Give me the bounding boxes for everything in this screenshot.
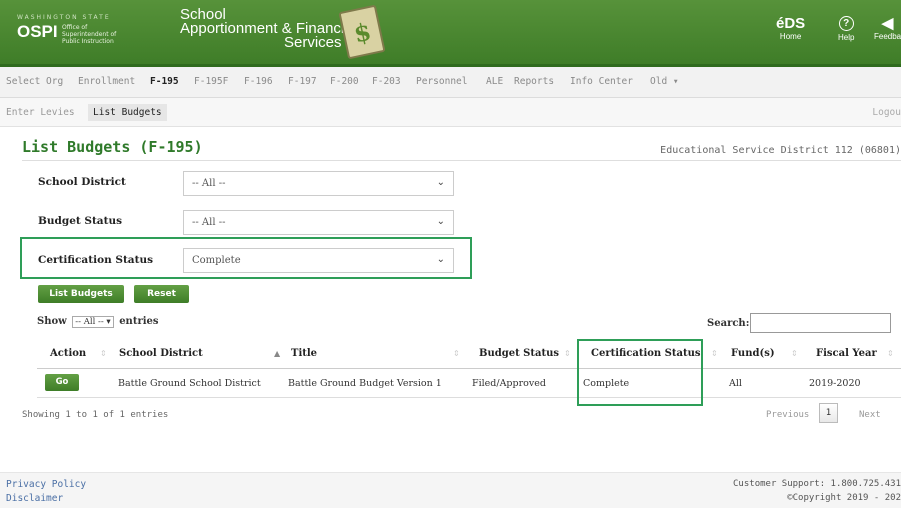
budget-status-select[interactable]: -- All -- ⌄ [183, 210, 454, 235]
app-title: School Apportionment & Financial Service… [180, 7, 356, 51]
tab-old-menu[interactable]: Old ▾ [650, 76, 679, 87]
school-district-select[interactable]: -- All -- ⌄ [183, 171, 454, 196]
privacy-policy-link[interactable]: Privacy Policy [6, 479, 86, 490]
tab-select-org[interactable]: Select Org [6, 76, 63, 87]
home-label: Home [779, 32, 802, 41]
sub-nav: Enter Levies List Budgets Logou [0, 98, 901, 127]
go-button[interactable]: Go [45, 374, 79, 391]
cell-fiscal-year: 2019-2020 [809, 378, 861, 389]
page-footer: Privacy Policy Disclaimer Customer Suppo… [0, 472, 901, 508]
budget-status-value: -- All -- [192, 217, 226, 228]
sort-asc-icon: ▲ [274, 349, 281, 358]
ospi-logo-subtitle: Office of Superintendent of Public Instr… [62, 24, 117, 45]
logout-link[interactable]: Logou [872, 107, 901, 118]
reset-button[interactable]: Reset [134, 285, 189, 303]
entries-select-value: -- All -- [75, 317, 104, 327]
cell-district: Battle Ground School District [118, 378, 261, 389]
tab-f-203[interactable]: F-203 [372, 76, 401, 87]
tab-ale[interactable]: ALE [486, 76, 503, 87]
col-budget-status[interactable]: Budget Status [479, 348, 559, 359]
sort-icon: ⇕ [791, 349, 798, 358]
help-icon: ? [838, 16, 854, 31]
sort-icon: ⇕ [711, 349, 718, 358]
eds-icon: éDS [776, 15, 806, 32]
table-header: Action ⇕ School District ▲ Title ⇕ Budge… [37, 340, 901, 369]
certification-status-value: Complete [192, 255, 241, 266]
cell-funds: All [729, 378, 742, 389]
app-header: WASHINGTON STATE OSPI Office of Superint… [0, 0, 901, 67]
tab-enrollment[interactable]: Enrollment [78, 76, 135, 87]
chevron-down-icon: ⌄ [436, 177, 445, 188]
search-input[interactable] [750, 313, 891, 333]
help-button[interactable]: ? Help [838, 16, 854, 42]
tab-reports[interactable]: Reports [514, 76, 554, 87]
certification-status-label: Certification Status [38, 254, 154, 266]
feedback-label: Feedba [874, 32, 901, 41]
col-title[interactable]: Title [291, 348, 317, 359]
certification-status-select[interactable]: Complete ⌄ [183, 248, 454, 273]
main-nav: Select Org Enrollment F-195 F-195F F-196… [0, 67, 901, 98]
tab-f-195f[interactable]: F-195F [194, 76, 228, 87]
show-prefix: Show [37, 316, 67, 327]
school-district-label: School District [38, 176, 126, 188]
title-divider [22, 160, 901, 161]
table-info: Showing 1 to 1 of 1 entries [22, 410, 169, 420]
col-fiscal-year[interactable]: Fiscal Year [816, 348, 877, 359]
dollar-document-icon: $ [338, 4, 386, 60]
chevron-down-icon: ⌄ [436, 254, 445, 265]
state-text: WASHINGTON STATE [17, 14, 111, 21]
organization-label: Educational Service District 112 (06801) [660, 145, 901, 156]
chevron-down-icon: ⌄ [436, 216, 445, 227]
customer-support-text: Customer Support: 1.800.725.431 [733, 479, 901, 489]
search-label: Search: [707, 318, 750, 329]
subtab-list-budgets[interactable]: List Budgets [88, 104, 167, 121]
col-funds[interactable]: Fund(s) [731, 348, 775, 359]
table-row: Go Battle Ground School District Battle … [37, 369, 901, 398]
feedback-button[interactable]: ◀ Feedba [874, 15, 901, 42]
help-label: Help [838, 33, 855, 42]
previous-page-button[interactable]: Previous [766, 410, 809, 420]
cell-title: Battle Ground Budget Version 1 [288, 378, 442, 389]
certification-column-highlight [577, 339, 703, 406]
show-entries: Show -- All -- ▾ entries [37, 316, 159, 328]
sort-icon: ⇕ [453, 349, 460, 358]
sort-icon: ⇕ [887, 349, 894, 358]
sort-icon: ⇕ [564, 349, 571, 358]
list-budgets-button[interactable]: List Budgets [38, 285, 124, 303]
tab-info-center[interactable]: Info Center [570, 76, 633, 87]
cell-budget-status: Filed/Approved [472, 378, 546, 389]
app-window: WASHINGTON STATE OSPI Office of Superint… [0, 0, 901, 508]
next-page-button[interactable]: Next [859, 410, 881, 420]
copyright-text: ©Copyright 2019 - 202 [787, 493, 901, 503]
tab-f-195[interactable]: F-195 [150, 76, 179, 87]
megaphone-icon: ◀ [881, 15, 894, 32]
entries-select[interactable]: -- All -- ▾ [72, 316, 114, 328]
home-button[interactable]: éDS Home [776, 15, 806, 42]
sort-icon: ⇕ [100, 349, 107, 358]
disclaimer-link[interactable]: Disclaimer [6, 493, 63, 504]
school-district-value: -- All -- [192, 178, 226, 189]
page-title: List Budgets (F-195) [22, 138, 203, 156]
app-title-line3: Services [284, 34, 342, 51]
page-1-button[interactable]: 1 [819, 403, 838, 423]
tab-f-196[interactable]: F-196 [244, 76, 273, 87]
show-suffix: entries [119, 316, 159, 327]
tab-f-200[interactable]: F-200 [330, 76, 359, 87]
subtab-enter-levies[interactable]: Enter Levies [1, 104, 80, 121]
budget-status-label: Budget Status [38, 215, 123, 227]
ospi-logo[interactable]: OSPI [17, 22, 58, 42]
col-school-district[interactable]: School District [119, 348, 203, 359]
tab-personnel[interactable]: Personnel [416, 76, 467, 87]
col-action[interactable]: Action [50, 348, 86, 359]
tab-f-197[interactable]: F-197 [288, 76, 317, 87]
